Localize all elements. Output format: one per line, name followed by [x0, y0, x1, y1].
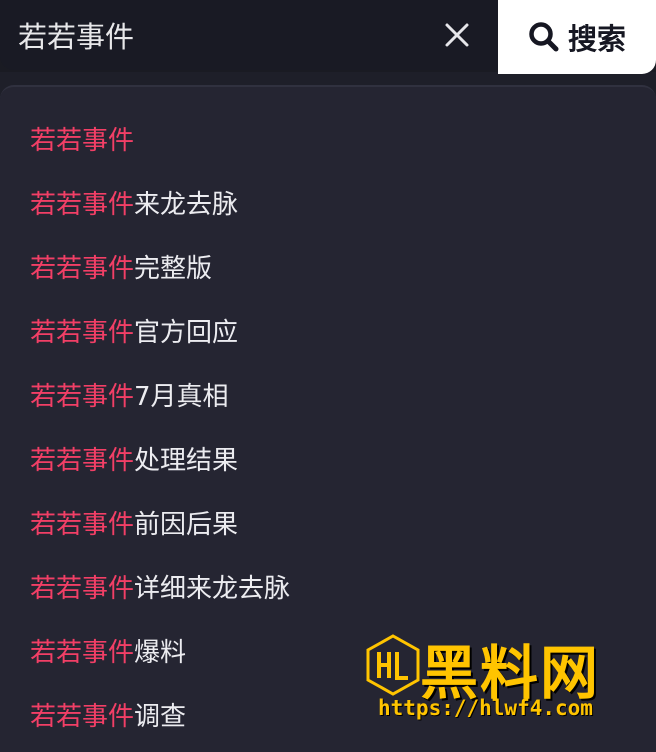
- suggestion-item[interactable]: 若若事件爆料: [30, 633, 186, 673]
- suggestion-text: 完整版: [134, 254, 213, 284]
- suggestion-text: 前因后果: [134, 510, 239, 540]
- suggestion-highlight: 若若事件: [30, 446, 135, 476]
- search-input[interactable]: [18, 12, 428, 58]
- suggestion-text: 处理结果: [134, 446, 239, 476]
- suggestion-text: 来龙去脉: [134, 190, 239, 220]
- suggestion-item[interactable]: 若若事件调查: [30, 697, 186, 737]
- suggestion-item[interactable]: 若若事件前因后果: [30, 505, 238, 545]
- search-bar: 搜索: [0, 0, 656, 74]
- watermark: 黑料网 https://hlwf4.com: [362, 634, 628, 728]
- suggestion-item[interactable]: 若若事件处理结果: [30, 441, 238, 481]
- suggestion-item[interactable]: 若若事件完整版: [30, 249, 212, 289]
- search-box: [0, 0, 498, 70]
- suggestion-highlight: 若若事件: [30, 702, 135, 732]
- clear-button[interactable]: [437, 15, 477, 55]
- suggestion-item[interactable]: 若若事件7月真相: [30, 377, 229, 417]
- suggestion-item[interactable]: 若若事件详细来龙去脉: [30, 569, 290, 609]
- suggestion-highlight: 若若事件: [30, 510, 135, 540]
- suggestion-highlight: 若若事件: [30, 638, 135, 668]
- search-button[interactable]: 搜索: [498, 0, 656, 74]
- suggestion-item[interactable]: 若若事件官方回应: [30, 313, 238, 353]
- suggestion-item[interactable]: 若若事件: [30, 121, 134, 161]
- suggestion-highlight: 若若事件: [30, 254, 135, 284]
- suggestion-highlight: 若若事件: [30, 318, 135, 348]
- search-button-label: 搜索: [567, 22, 626, 56]
- suggestion-text: 7月真相: [134, 382, 229, 412]
- search-icon: [528, 20, 562, 54]
- suggestion-text: 详细来龙去脉: [134, 574, 291, 604]
- suggestion-text: 爆料: [134, 638, 187, 668]
- suggestion-text: 官方回应: [134, 318, 239, 348]
- suggestion-highlight: 若若事件: [30, 190, 135, 220]
- close-icon: [445, 23, 469, 47]
- watermark-url: https://hlwf4.com: [378, 696, 593, 720]
- suggestion-highlight: 若若事件: [30, 126, 135, 156]
- suggestion-text: 调查: [134, 702, 187, 732]
- suggestion-highlight: 若若事件: [30, 574, 135, 604]
- suggestion-item[interactable]: 若若事件来龙去脉: [30, 185, 238, 225]
- watermark-logo-icon: [366, 634, 420, 696]
- suggestion-highlight: 若若事件: [30, 382, 135, 412]
